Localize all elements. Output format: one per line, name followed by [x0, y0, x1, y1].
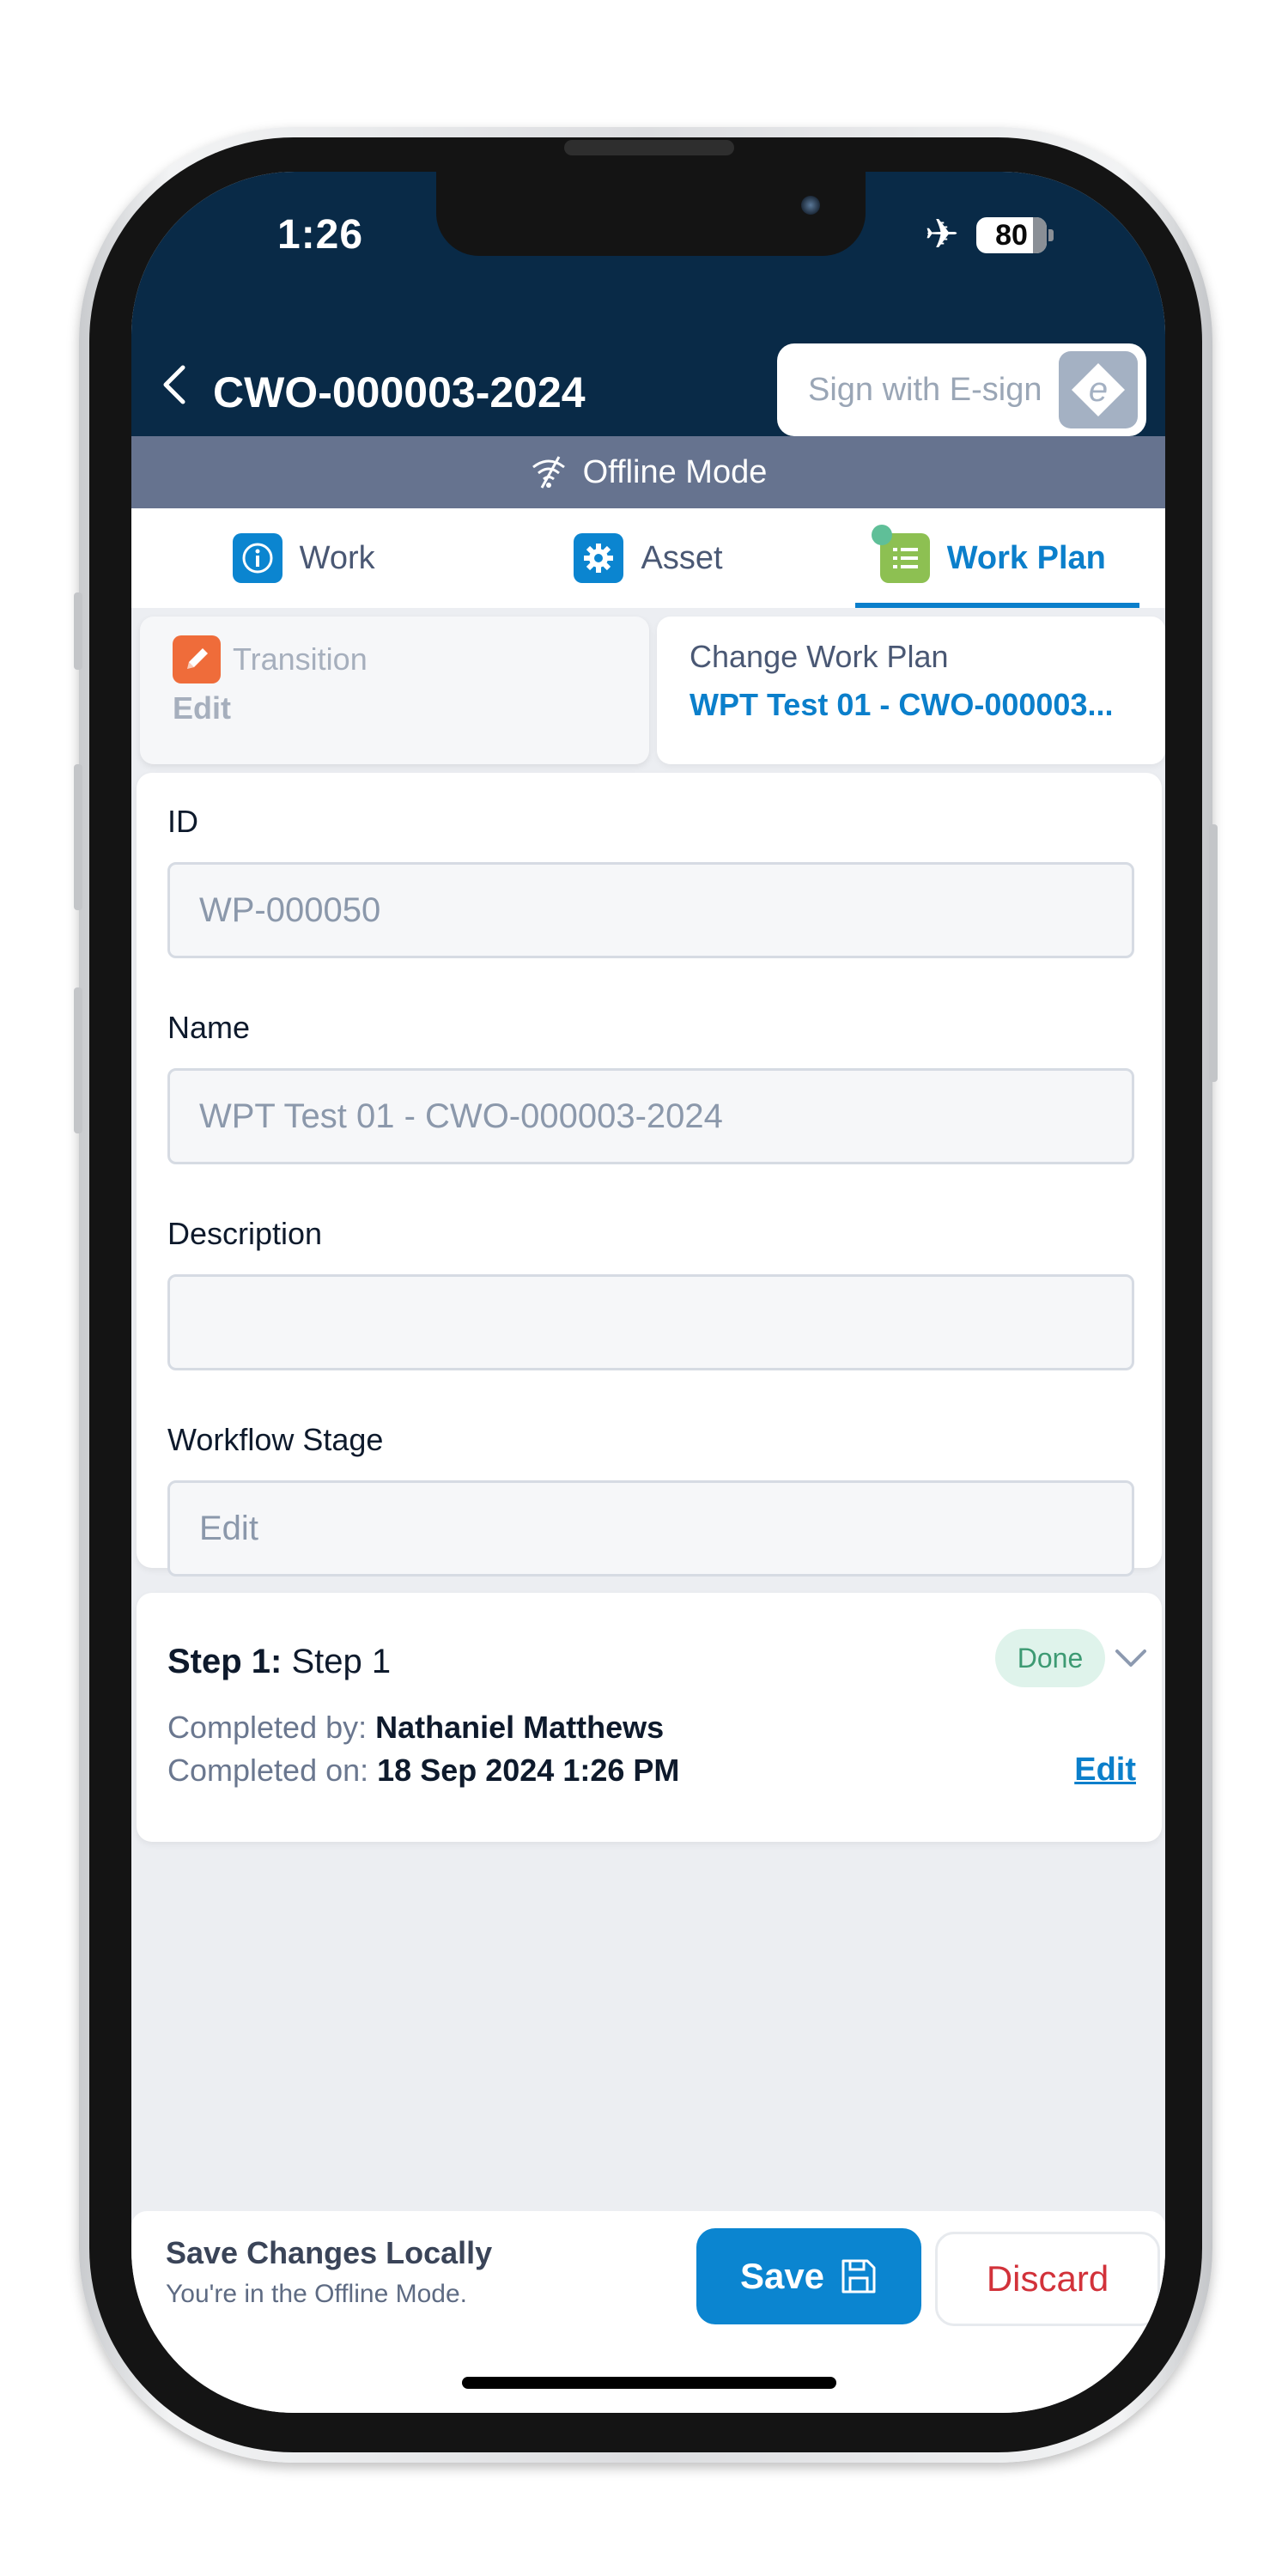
volume-up-button	[74, 764, 82, 910]
change-work-plan-label: Change Work Plan	[690, 639, 949, 674]
sign-with-esign-button[interactable]: Sign with E-sign e	[777, 343, 1146, 436]
id-label: ID	[167, 804, 198, 839]
step-name: Step 1	[291, 1643, 392, 1680]
page-title: CWO-000003-2024	[213, 368, 586, 416]
save-changes-subtitle: You're in the Offline Mode.	[166, 2280, 467, 2308]
discard-button[interactable]: Discard	[935, 2232, 1160, 2326]
work-plan-form: ID WP-000050 Name WPT Test 01 - CWO-0000…	[137, 773, 1162, 1577]
tab-asset[interactable]: Asset	[476, 508, 820, 608]
notch	[436, 172, 866, 256]
tab-work-label: Work	[299, 539, 375, 576]
step-card[interactable]: Step 1: Step 1 Done Completed by: Nathan…	[137, 1593, 1162, 1842]
save-button[interactable]: Save	[696, 2228, 921, 2324]
completed-on-value: 18 Sep 2024 1:26 PM	[377, 1753, 680, 1788]
nav-bar: CWO-000003-2024 Sign with E-sign e	[131, 343, 1165, 436]
transition-card[interactable]: Transition Edit	[140, 617, 649, 764]
step-title: Step 1: Step 1	[167, 1643, 391, 1681]
chevron-left-icon	[163, 365, 185, 404]
power-button	[1209, 824, 1218, 1082]
transition-label: Transition	[233, 641, 368, 677]
gear-icon	[574, 533, 624, 583]
completed-on-label: Completed on:	[167, 1753, 369, 1788]
volume-down-button	[74, 987, 82, 1133]
save-changes-title: Save Changes Locally	[166, 2235, 493, 2270]
tab-bar: Work Asset Work Plan	[131, 508, 1165, 608]
change-work-plan-value[interactable]: WPT Test 01 - CWO-000003...	[690, 687, 1133, 723]
active-tab-indicator	[854, 603, 1139, 608]
id-field[interactable]: WP-000050	[167, 862, 1134, 958]
action-cards: Transition Edit Change Work Plan WPT Tes…	[131, 617, 1165, 768]
tab-work-plan[interactable]: Work Plan	[821, 508, 1165, 608]
chevron-down-icon[interactable]	[1114, 1641, 1148, 1675]
notification-dot	[871, 525, 892, 545]
status-icons: ✈ 80	[925, 215, 1054, 256]
tab-asset-label: Asset	[641, 539, 723, 576]
battery-tip	[1048, 229, 1054, 241]
workflow-stage-label: Workflow Stage	[167, 1422, 384, 1457]
step-edit-link[interactable]: Edit	[1074, 1752, 1136, 1789]
name-field[interactable]: WPT Test 01 - CWO-000003-2024	[167, 1068, 1134, 1164]
step-prefix: Step 1:	[167, 1643, 283, 1680]
battery-percentage: 80	[995, 218, 1028, 252]
offline-mode-label: Offline Mode	[582, 453, 768, 490]
status-badge: Done	[995, 1629, 1105, 1687]
transition-value: Edit	[173, 690, 231, 726]
workflow-stage-field[interactable]: Edit	[167, 1480, 1134, 1577]
battery-icon: 80	[976, 217, 1054, 253]
app-screen: 1:26 ✈ 80 CWO-000003-2024 Sign with E-si…	[131, 172, 1165, 2413]
info-icon	[232, 533, 283, 583]
wifi-off-icon	[532, 456, 565, 489]
completed-by-value: Nathaniel Matthews	[375, 1710, 665, 1745]
tab-work-plan-label: Work Plan	[946, 539, 1106, 576]
front-camera	[801, 196, 820, 215]
offline-mode-banner: Offline Mode	[131, 436, 1165, 508]
completed-by: Completed by: Nathaniel Matthews	[167, 1710, 664, 1746]
floppy-disk-icon	[841, 2259, 876, 2293]
app-header: 1:26 ✈ 80 CWO-000003-2024 Sign with E-si…	[131, 172, 1165, 436]
list-icon	[871, 525, 930, 583]
completed-on: Completed on: 18 Sep 2024 1:26 PM	[167, 1753, 679, 1789]
description-field[interactable]	[167, 1274, 1134, 1370]
battery-empty-region	[1032, 217, 1047, 253]
pencil-icon	[173, 635, 221, 683]
home-indicator[interactable]	[462, 2377, 836, 2389]
save-label: Save	[739, 2256, 825, 2296]
completed-by-label: Completed by:	[167, 1710, 368, 1745]
mute-switch	[74, 592, 82, 670]
description-label: Description	[167, 1216, 323, 1251]
airplane-mode-icon: ✈	[924, 212, 959, 258]
svg-text:e: e	[1089, 371, 1108, 409]
change-work-plan-card[interactable]: Change Work Plan WPT Test 01 - CWO-00000…	[657, 617, 1165, 764]
earpiece-speaker	[564, 140, 734, 155]
esign-icon: e	[1059, 351, 1138, 428]
back-button[interactable]	[157, 361, 209, 412]
tab-work[interactable]: Work	[131, 508, 476, 608]
status-time: 1:26	[277, 212, 364, 258]
esign-label: Sign with E-sign	[808, 371, 1042, 408]
name-label: Name	[167, 1010, 251, 1045]
